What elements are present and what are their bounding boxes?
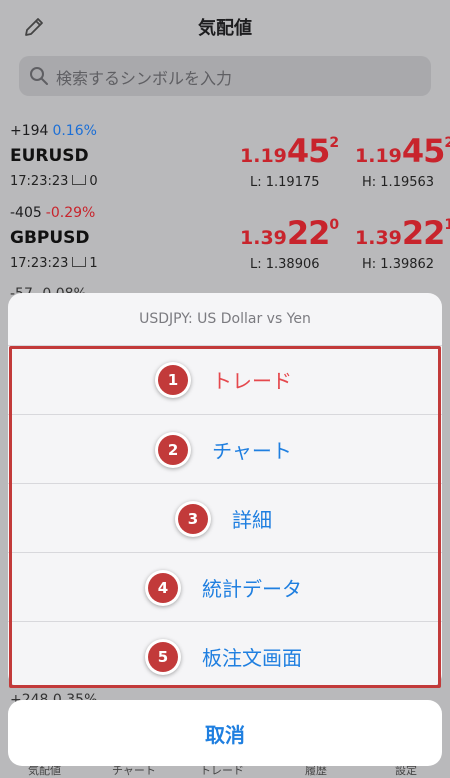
number-badge: 3 [178, 503, 208, 534]
high-price: H: 1.39862 [362, 257, 435, 272]
low-price: L: 1.38906 [250, 257, 320, 272]
quote-symbol: EURUSD [10, 146, 89, 166]
quote-row-eurusd[interactable]: +194 0.16% EURUSD 17:23:23 0 1.19452 1.194… [0, 118, 450, 204]
spread-icon [72, 175, 87, 185]
option-label: 板注文画面 [202, 646, 302, 670]
quote-time: 17:23:23 1 [10, 256, 98, 271]
option-label: チャート [212, 439, 292, 463]
number-badge: 4 [148, 572, 178, 603]
top-bar: 気配値 [0, 0, 450, 52]
option-label: 詳細 [232, 508, 272, 532]
number-badge: 2 [158, 434, 189, 465]
bid-price: 1.39220 [240, 214, 340, 252]
quote-symbol: GBPUSD [10, 228, 90, 248]
bid-price: 1.19452 [240, 132, 340, 170]
option-chart[interactable]: 2 チャート [8, 414, 442, 483]
ask-price: 1.19452 [355, 132, 450, 170]
quote-time: 17:23:23 0 [10, 174, 98, 189]
action-sheet: USDJPY: US Dollar vs Yen 1 トレード 2 チャート 3… [8, 293, 442, 688]
number-badge: 5 [148, 641, 178, 672]
spread-icon [72, 257, 87, 267]
search-icon [30, 67, 48, 85]
action-sheet-title: USDJPY: US Dollar vs Yen [8, 293, 442, 346]
quote-change: +194 0.16% [10, 123, 97, 139]
option-details[interactable]: 3 詳細 [8, 483, 442, 552]
quote-row-gbpusd[interactable]: -405 -0.29% GBPUSD 17:23:23 1 1.39220 1.39… [0, 200, 450, 286]
high-price: H: 1.19563 [362, 175, 435, 190]
number-badge: 1 [158, 364, 188, 395]
option-label: トレード [212, 369, 292, 393]
page-title: 気配値 [198, 18, 252, 39]
low-price: L: 1.19175 [250, 175, 320, 190]
ask-price: 1.39221 [355, 214, 450, 252]
option-statistics[interactable]: 4 統計データ [8, 552, 442, 621]
quote-change: -405 -0.29% [10, 205, 96, 221]
search-placeholder: 検索するシンボルを入力 [56, 69, 233, 88]
option-label: 統計データ [202, 577, 302, 601]
cancel-button[interactable]: 取消 [8, 700, 442, 766]
option-depth-of-market[interactable]: 5 板注文画面 [8, 621, 442, 688]
search-input[interactable]: 検索するシンボルを入力 [19, 56, 431, 96]
option-trade[interactable]: 1 トレード [8, 345, 442, 414]
